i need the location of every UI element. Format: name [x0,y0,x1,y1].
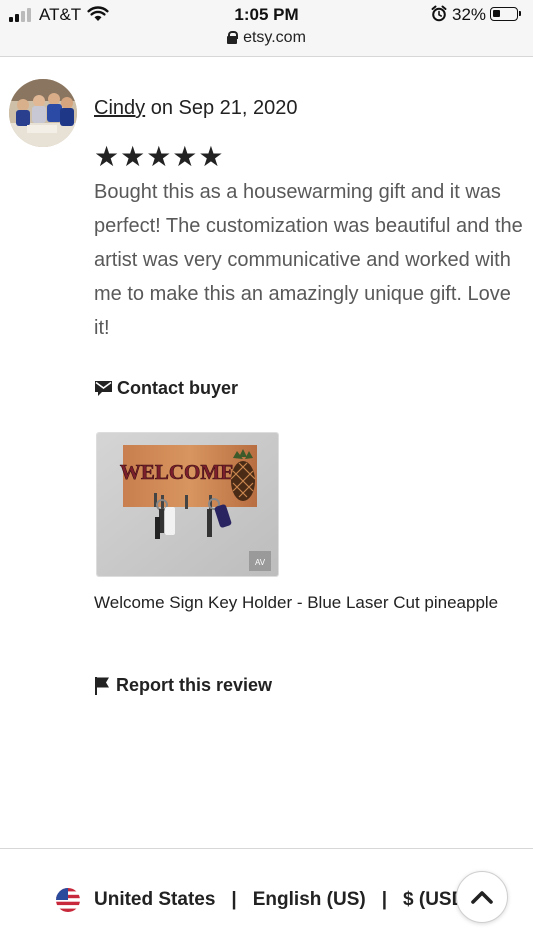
reviewer-name-link[interactable]: Cindy [94,97,145,119]
url-text: etsy.com [243,29,306,46]
item-title-link[interactable]: Welcome Sign Key Holder - Blue Laser Cut… [94,593,498,613]
reviewer-byline: Cindy on Sep 21, 2020 [94,97,298,120]
address-bar[interactable]: etsy.com [0,29,533,47]
sign-text: WELCOME [120,460,234,484]
review-text: Bought this as a housewarming gift and i… [94,181,523,339]
us-flag-icon [56,888,80,912]
battery-icon [490,7,521,21]
region-label: United States [94,889,216,910]
report-review-label: Report this review [116,675,273,695]
flag-icon [95,677,109,695]
contact-buyer-button[interactable]: Contact buyer [94,378,238,399]
review-date: on Sep 21, 2020 [145,97,298,119]
lock-icon [227,31,239,44]
chevron-up-icon [471,891,493,904]
footer-divider [0,848,533,849]
review-photo[interactable]: WELCOME AV [97,433,278,576]
scroll-to-top-button[interactable] [456,871,508,923]
status-bar: AT&T 1:05 PM 32% [0,0,533,30]
watermark-text: AV [255,558,266,567]
star-rating: ★★★★★ [94,141,225,172]
battery-percent: 32% [452,5,487,24]
separator: | [381,889,388,910]
separator: | [231,889,237,910]
contact-buyer-label: Contact buyer [117,378,239,398]
envelope-icon [95,381,112,396]
reviewer-avatar[interactable] [9,79,77,147]
browser-top-bar: AT&T 1:05 PM 32% etsy.com [0,0,533,57]
alarm-icon [431,5,447,27]
report-review-button[interactable]: Report this review [94,675,272,696]
language-label: English (US) [252,889,366,910]
locale-settings-button[interactable]: United States | English (US) | $ (USD) [56,888,472,912]
